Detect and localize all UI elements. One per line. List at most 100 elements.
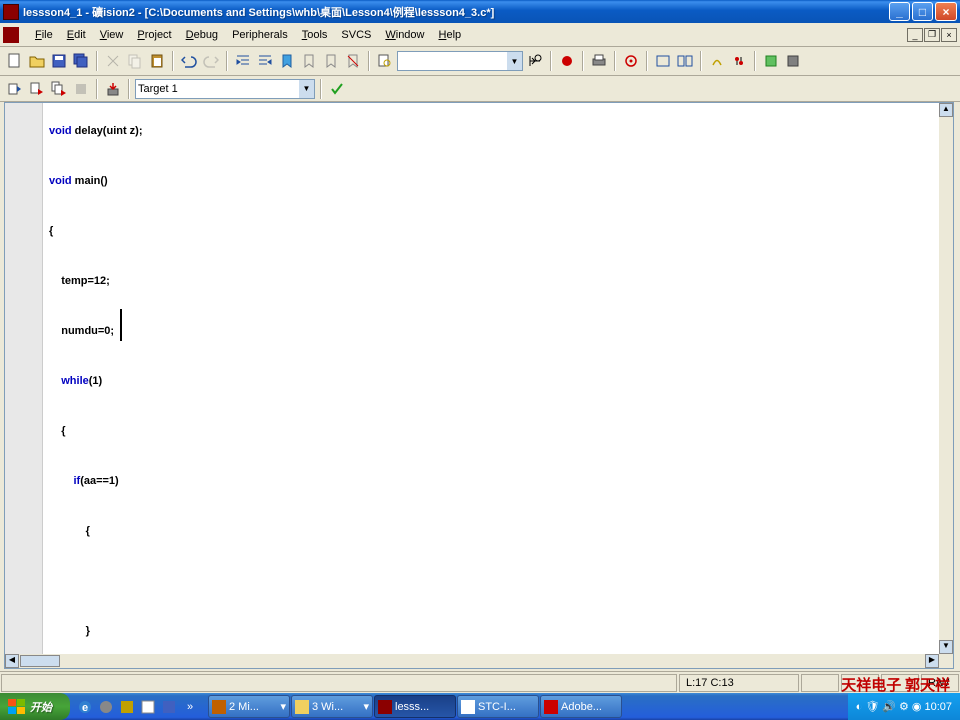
- bookmark-next-button[interactable]: [299, 51, 319, 71]
- stop-build-button[interactable]: [71, 79, 91, 99]
- tray-icon[interactable]: ◉: [912, 700, 922, 713]
- status-bar: L:17 C:13 R/W: [0, 671, 960, 693]
- keyword: void: [49, 125, 72, 137]
- scroll-left-button[interactable]: ◀: [5, 654, 19, 668]
- build-button[interactable]: [27, 79, 47, 99]
- maximize-button[interactable]: □: [912, 2, 933, 21]
- text-cursor: [120, 309, 122, 341]
- task-button[interactable]: 2 Mi...▾: [208, 695, 290, 718]
- tray-icon[interactable]: 🔊: [882, 700, 896, 713]
- app-icon: [3, 4, 19, 20]
- undo-button[interactable]: [179, 51, 199, 71]
- menu-view[interactable]: View: [93, 27, 131, 43]
- minimize-button[interactable]: _: [889, 2, 910, 21]
- ql-item-icon[interactable]: [96, 696, 116, 718]
- options-button[interactable]: [327, 79, 347, 99]
- vertical-scrollbar[interactable]: ▲ ▼: [939, 103, 953, 654]
- task-button[interactable]: 3 Wi...▾: [291, 695, 373, 718]
- redo-button[interactable]: [201, 51, 221, 71]
- menu-tools[interactable]: Tools: [295, 27, 335, 43]
- outdent-button[interactable]: [255, 51, 275, 71]
- keyword: while: [61, 375, 89, 387]
- task-button[interactable]: STC-I...: [457, 695, 539, 718]
- watermark: 天祥电子 郭天祥: [841, 674, 950, 695]
- build-toolbar: Target 1 ▼: [0, 76, 960, 102]
- print-button[interactable]: [589, 51, 609, 71]
- find-button[interactable]: [525, 51, 545, 71]
- scroll-thumb[interactable]: [20, 655, 60, 667]
- save-button[interactable]: [49, 51, 69, 71]
- quick-launch: e »: [75, 696, 200, 718]
- window-title: lessson4_1 - 礦ision2 - [C:\Documents and…: [23, 4, 889, 20]
- ql-ie-icon[interactable]: e: [75, 696, 95, 718]
- main-toolbar: ▼: [0, 47, 960, 76]
- tray-icon[interactable]: ⚙: [899, 700, 909, 713]
- close-button[interactable]: ×: [935, 2, 957, 21]
- scroll-down-button[interactable]: ▼: [939, 640, 953, 654]
- find-in-files-button[interactable]: [375, 51, 395, 71]
- doc-icon: [3, 27, 19, 43]
- mdi-close-button[interactable]: ×: [941, 28, 957, 42]
- copy-button[interactable]: [125, 51, 145, 71]
- menu-edit[interactable]: Edit: [60, 27, 93, 43]
- bookmark-button[interactable]: [277, 51, 297, 71]
- code-area[interactable]: void delay(uint z); void main() { temp=1…: [43, 103, 939, 654]
- clock[interactable]: 10:07: [924, 701, 952, 713]
- system-tray[interactable]: ◐ 🛡 🔊 ⚙ ◉ 10:07: [848, 693, 960, 720]
- download-button[interactable]: [103, 79, 123, 99]
- window-controls: _ □ ×: [889, 2, 957, 21]
- scroll-up-button[interactable]: ▲: [939, 103, 953, 117]
- find-combo[interactable]: ▼: [397, 51, 523, 71]
- scroll-right-button[interactable]: ▶: [925, 654, 939, 668]
- target-combo[interactable]: Target 1 ▼: [135, 79, 315, 99]
- tool-button-2[interactable]: [653, 51, 673, 71]
- ql-item-icon[interactable]: [159, 696, 179, 718]
- tool-button-7[interactable]: [783, 51, 803, 71]
- tool-button-1[interactable]: [621, 51, 641, 71]
- indent-button[interactable]: [233, 51, 253, 71]
- rebuild-button[interactable]: [49, 79, 69, 99]
- horizontal-scrollbar[interactable]: ◀ ▶: [5, 654, 939, 668]
- save-all-button[interactable]: [71, 51, 91, 71]
- paste-button[interactable]: [147, 51, 167, 71]
- ql-item-icon[interactable]: [138, 696, 158, 718]
- taskbar: 开始 e » 2 Mi...▾ 3 Wi...▾ lesss... STC-I.…: [0, 693, 960, 720]
- debug-button[interactable]: [557, 51, 577, 71]
- target-value: Target 1: [138, 83, 178, 95]
- menu-svcs[interactable]: SVCS: [334, 27, 378, 43]
- menu-bar: FFileile Edit View Project Debug Periphe…: [0, 23, 960, 47]
- task-button[interactable]: lesss...: [374, 695, 456, 718]
- code-editor[interactable]: void delay(uint z); void main() { temp=1…: [4, 102, 954, 669]
- tool-button-4[interactable]: [707, 51, 727, 71]
- task-button[interactable]: Adobe...: [540, 695, 622, 718]
- open-file-button[interactable]: [27, 51, 47, 71]
- menu-file[interactable]: FFileile: [28, 27, 60, 43]
- start-button[interactable]: 开始: [0, 693, 70, 720]
- bookmark-prev-button[interactable]: [321, 51, 341, 71]
- tray-icon[interactable]: 🛡: [865, 700, 879, 713]
- cursor-position: L:17 C:13: [679, 674, 799, 692]
- mdi-minimize-button[interactable]: _: [907, 28, 923, 42]
- menu-window[interactable]: Window: [378, 27, 431, 43]
- new-file-button[interactable]: [5, 51, 25, 71]
- translate-button[interactable]: [5, 79, 25, 99]
- menu-debug[interactable]: Debug: [179, 27, 225, 43]
- dropdown-icon[interactable]: ▼: [507, 52, 522, 70]
- window-titlebar: lessson4_1 - 礦ision2 - [C:\Documents and…: [0, 0, 960, 23]
- tool-button-6[interactable]: [761, 51, 781, 71]
- ql-expand-icon[interactable]: »: [180, 696, 200, 718]
- tool-button-3[interactable]: [675, 51, 695, 71]
- bookmark-clear-button[interactable]: [343, 51, 363, 71]
- ql-item-icon[interactable]: [117, 696, 137, 718]
- task-buttons: 2 Mi...▾ 3 Wi...▾ lesss... STC-I... Adob…: [208, 695, 848, 718]
- mdi-restore-button[interactable]: ❐: [924, 28, 940, 42]
- menu-peripherals[interactable]: Peripherals: [225, 27, 295, 43]
- tray-icon[interactable]: ◐: [856, 701, 863, 713]
- cut-button[interactable]: [103, 51, 123, 71]
- dropdown-icon[interactable]: ▼: [299, 80, 314, 98]
- gutter: [5, 103, 43, 654]
- menu-help[interactable]: Help: [432, 27, 469, 43]
- tool-button-5[interactable]: [729, 51, 749, 71]
- menu-project[interactable]: Project: [130, 27, 178, 43]
- keyword: void: [49, 175, 72, 187]
